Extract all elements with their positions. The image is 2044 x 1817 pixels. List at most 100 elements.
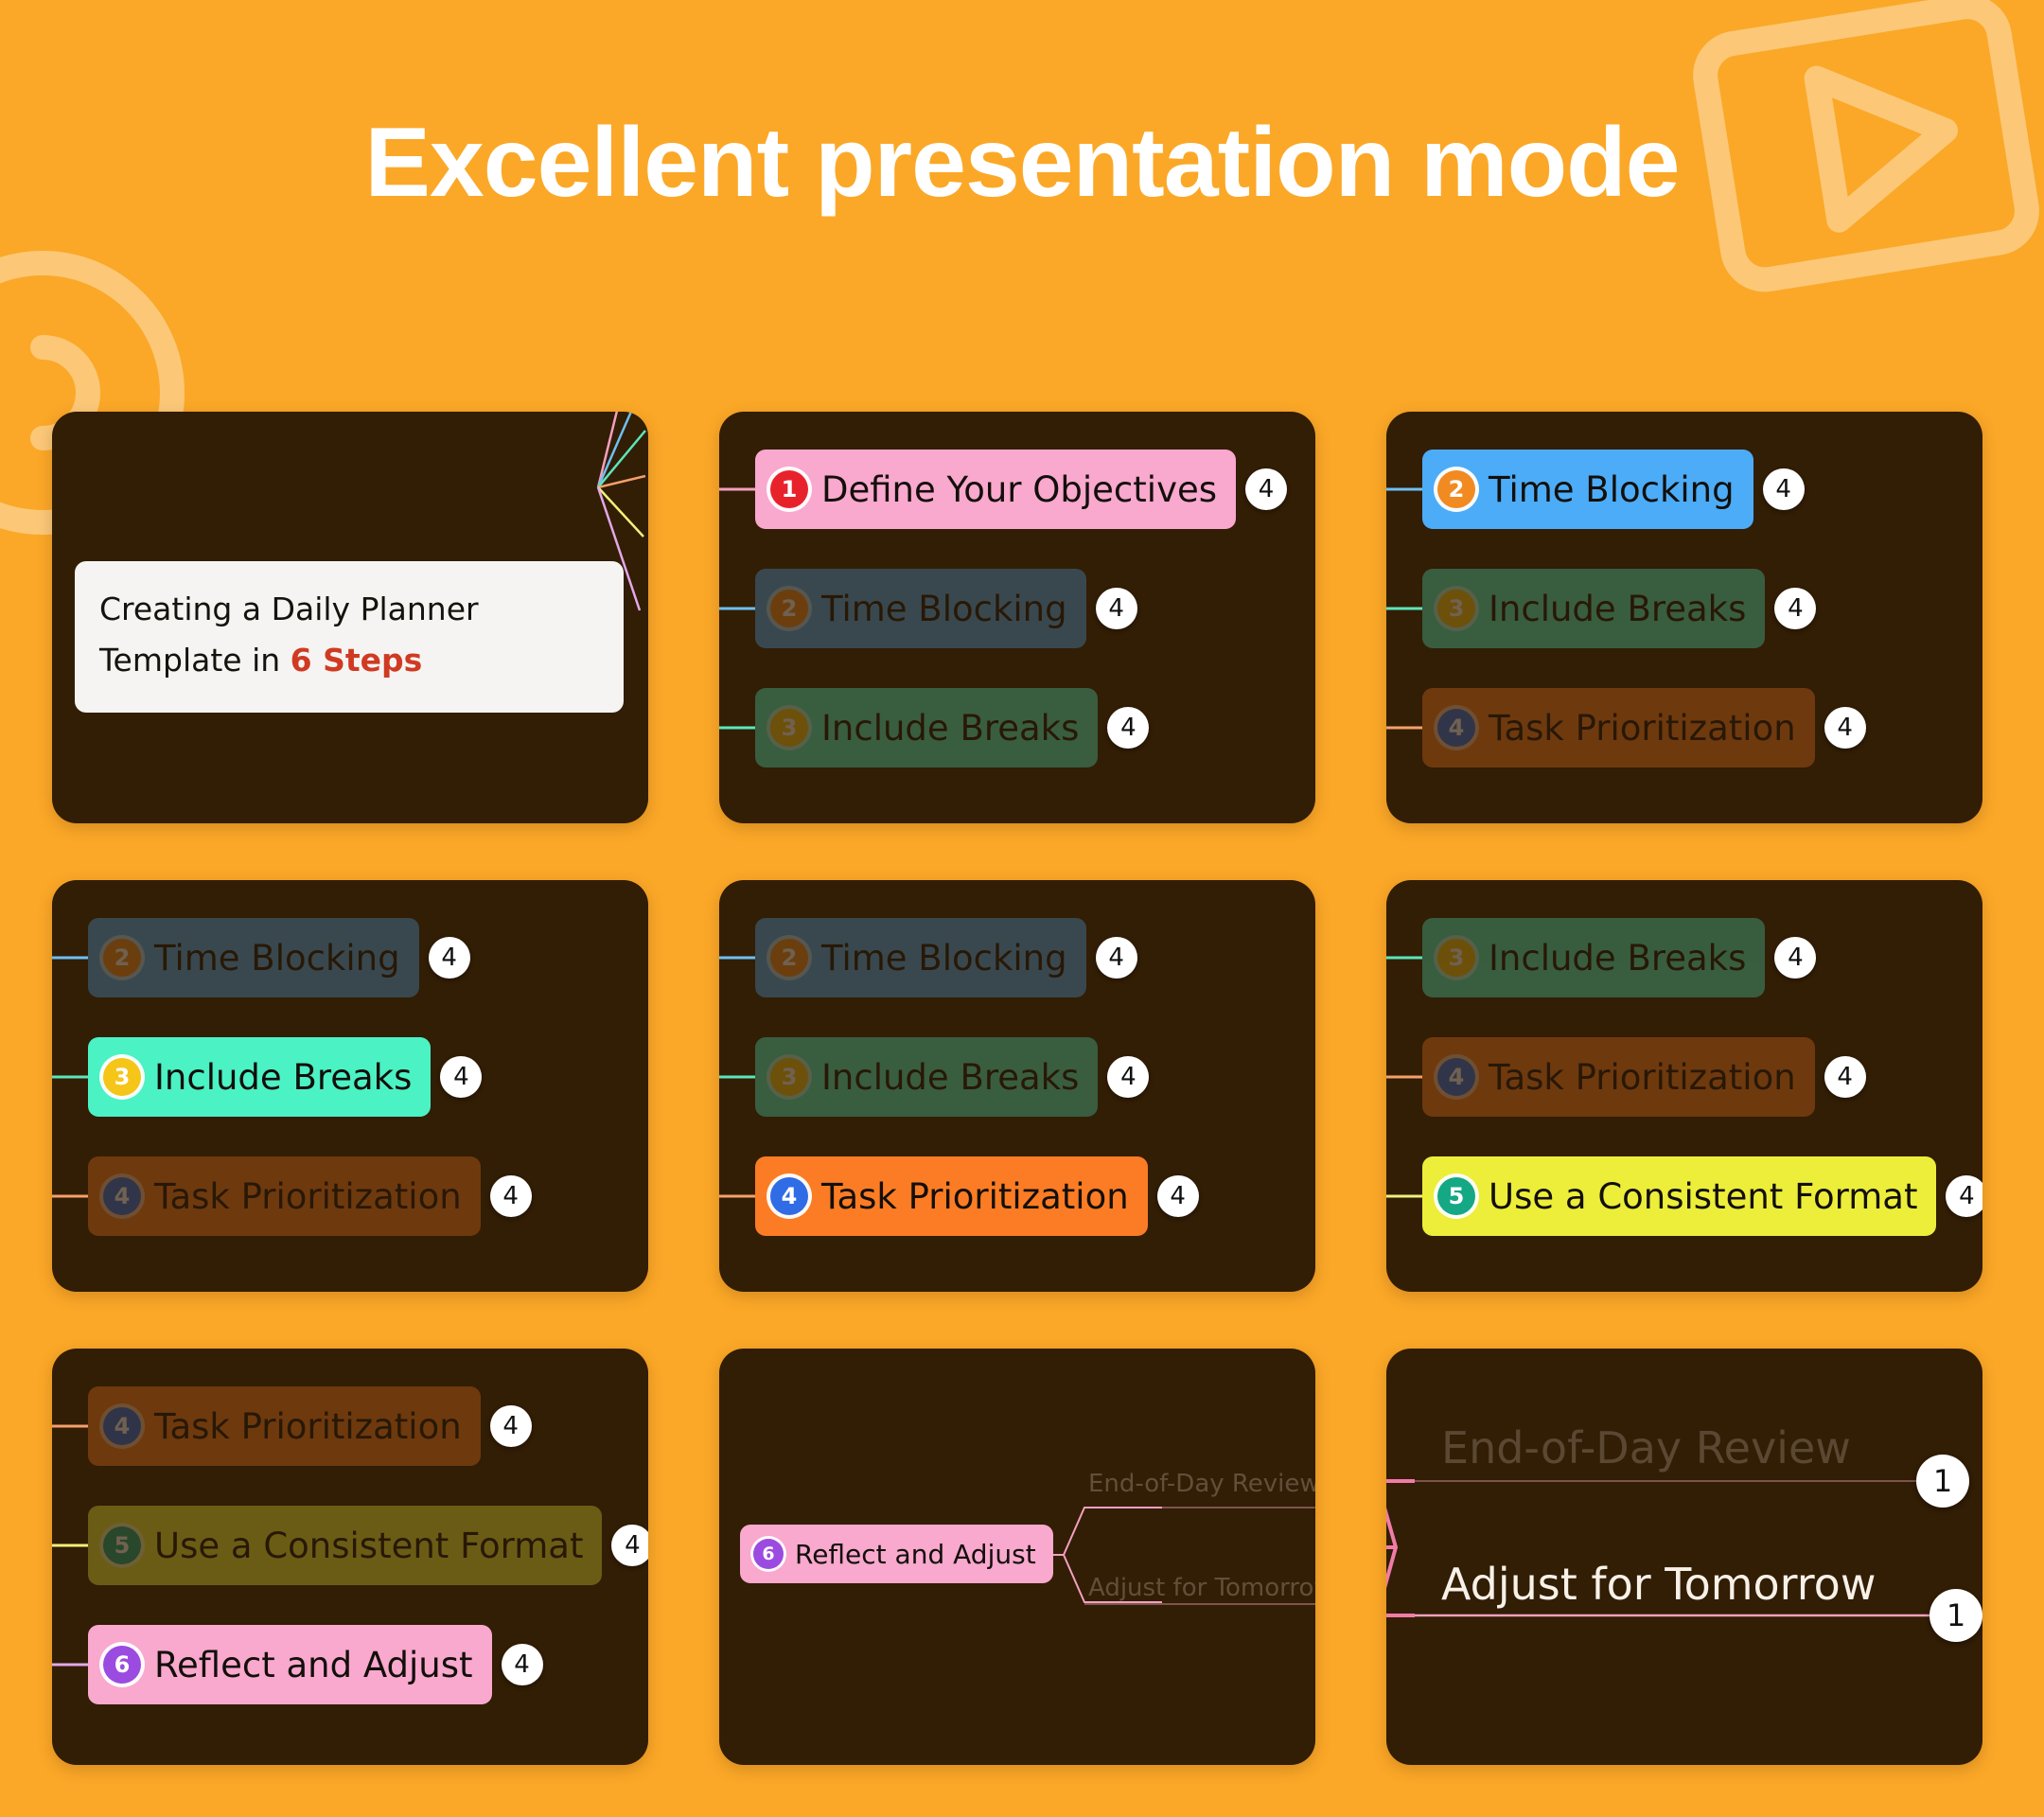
slide-card-8[interactable]: 6 Reflect and Adjust End-of-Day Review 1… xyxy=(719,1349,1315,1765)
root-title-prefix: Template in xyxy=(99,641,291,679)
slide-card-9[interactable]: End-of-Day Review 1 Adjust for Tomorrow … xyxy=(1386,1349,1982,1765)
mindmap-row[interactable]: 4 Task Prioritization 4 xyxy=(52,1386,648,1466)
root-node[interactable]: Creating a Daily Planner Template in 6 S… xyxy=(75,561,624,713)
child-count-badge[interactable]: 4 xyxy=(440,1056,483,1098)
mindmap-row[interactable]: 3 Include Breaks 4 xyxy=(719,688,1315,767)
sub-node-label: Adjust for Tomorrow xyxy=(1088,1574,1315,1602)
mindmap-node[interactable]: 5 Use a Consistent Format xyxy=(88,1506,603,1585)
node-label: Time Blocking xyxy=(821,588,1067,629)
child-count-badge[interactable]: 4 xyxy=(1095,937,1137,979)
mindmap-node[interactable]: 4 Task Prioritization xyxy=(88,1156,481,1236)
mindmap-row[interactable]: 4 Task Prioritization 4 xyxy=(1386,1037,1982,1117)
mindmap-node[interactable]: 6 Reflect and Adjust xyxy=(88,1625,492,1704)
mindmap-row[interactable]: 5 Use a Consistent Format 4 xyxy=(1386,1156,1982,1236)
mindmap-row[interactable]: 3 Include Breaks 4 xyxy=(1386,569,1982,648)
connector-line xyxy=(52,1544,88,1547)
node-label: Time Blocking xyxy=(821,937,1067,979)
root-node-wrap: Creating a Daily Planner Template in 6 S… xyxy=(75,561,624,713)
root-title-line-1: Creating a Daily Planner xyxy=(99,591,479,627)
mindmap-row[interactable]: 3 Include Breaks 4 xyxy=(52,1037,648,1117)
mindmap-node[interactable]: 2 Time Blocking xyxy=(755,569,1086,648)
mindmap-node[interactable]: 6 Reflect and Adjust xyxy=(740,1525,1053,1583)
connector-line xyxy=(719,607,755,610)
child-count-badge[interactable]: 4 xyxy=(1774,588,1817,629)
mindmap-row[interactable]: 3 Include Breaks 4 xyxy=(719,1037,1315,1117)
mindmap-row[interactable]: 2 Time Blocking 4 xyxy=(1386,450,1982,529)
mindmap-node[interactable]: 3 Include Breaks xyxy=(1422,918,1766,997)
slide-card-6[interactable]: 3 Include Breaks 4 4 Task Prioritization… xyxy=(1386,880,1982,1292)
mindmap-node[interactable]: 4 Task Prioritization xyxy=(1422,688,1815,767)
slide-card-7[interactable]: 4 Task Prioritization 4 5 Use a Consiste… xyxy=(52,1349,648,1765)
sub-node-label: End-of-Day Review xyxy=(1441,1422,1851,1473)
mindmap-node[interactable]: 3 Include Breaks xyxy=(755,688,1099,767)
mindmap-node[interactable]: 1 Define Your Objectives xyxy=(755,450,1237,529)
node-label: Reflect and Adjust xyxy=(795,1538,1036,1570)
mindmap-row[interactable]: 6 Reflect and Adjust 4 xyxy=(52,1625,648,1704)
mindmap-row[interactable]: 5 Use a Consistent Format 4 xyxy=(52,1506,648,1585)
step-number-badge: 4 xyxy=(103,1407,141,1445)
node-rows: 4 Task Prioritization 4 5 Use a Consiste… xyxy=(52,1349,648,1765)
mindmap-row[interactable]: 2 Time Blocking 4 xyxy=(719,569,1315,648)
slide-grid: Creating a Daily Planner Template in 6 S… xyxy=(52,412,1992,1765)
child-count-badge[interactable]: 4 xyxy=(611,1525,648,1566)
mindmap-node[interactable]: 2 Time Blocking xyxy=(88,918,419,997)
mindmap-node[interactable]: 3 Include Breaks xyxy=(88,1037,432,1117)
child-count-badge[interactable]: 4 xyxy=(1156,1175,1199,1217)
slide-card-1[interactable]: Creating a Daily Planner Template in 6 S… xyxy=(52,412,648,823)
child-count-badge[interactable]: 4 xyxy=(1774,937,1817,979)
mindmap-node[interactable]: 3 Include Breaks xyxy=(1422,569,1766,648)
step-number-badge: 5 xyxy=(103,1526,141,1564)
node-label: Reflect and Adjust xyxy=(154,1644,473,1685)
child-count-badge[interactable]: 4 xyxy=(489,1405,532,1447)
mindmap-node[interactable]: 5 Use a Consistent Format xyxy=(1422,1156,1937,1236)
child-count-badge[interactable]: 4 xyxy=(1107,1056,1150,1098)
slide-card-2[interactable]: 1 Define Your Objectives 4 2 Time Blocki… xyxy=(719,412,1315,823)
mindmap-node[interactable]: 4 Task Prioritization xyxy=(755,1156,1148,1236)
sub-node-label: End-of-Day Review xyxy=(1088,1470,1315,1498)
step-number-badge: 3 xyxy=(1437,939,1475,977)
child-count-badge[interactable]: 1 xyxy=(1916,1455,1969,1508)
child-count-badge[interactable]: 4 xyxy=(1824,707,1866,749)
node-label: Include Breaks xyxy=(1489,588,1747,629)
page-title: Excellent presentation mode xyxy=(364,108,1681,218)
step-number-badge: 2 xyxy=(103,939,141,977)
step-number-badge: 3 xyxy=(1437,590,1475,627)
step-number-badge: 2 xyxy=(770,590,808,627)
mindmap-row[interactable]: 4 Task Prioritization 4 xyxy=(1386,688,1982,767)
mindmap-row[interactable]: 4 Task Prioritization 4 xyxy=(52,1156,648,1236)
child-count-badge[interactable]: 4 xyxy=(428,937,470,979)
mindmap-node[interactable]: 3 Include Breaks xyxy=(755,1037,1099,1117)
child-count-badge[interactable]: 1 xyxy=(1929,1589,1982,1642)
child-count-badge[interactable]: 4 xyxy=(489,1175,532,1217)
step-number-badge: 1 xyxy=(770,470,808,508)
slide-card-5[interactable]: 2 Time Blocking 4 3 Include Breaks 4 4 T… xyxy=(719,880,1315,1292)
connector-line xyxy=(52,1194,88,1198)
connector-line xyxy=(52,956,88,960)
mindmap-node[interactable]: 2 Time Blocking xyxy=(755,918,1086,997)
mindmap-node[interactable]: 2 Time Blocking xyxy=(1422,450,1753,529)
child-count-badge[interactable]: 4 xyxy=(1824,1056,1866,1098)
mindmap-node[interactable]: 4 Task Prioritization xyxy=(1422,1037,1815,1117)
mindmap-row[interactable]: 1 Define Your Objectives 4 xyxy=(719,450,1315,529)
child-count-badge[interactable]: 4 xyxy=(1107,707,1150,749)
step-number-badge: 3 xyxy=(103,1058,141,1096)
child-count-badge[interactable]: 4 xyxy=(501,1644,543,1685)
mindmap-row[interactable]: 2 Time Blocking 4 xyxy=(52,918,648,997)
connector-line xyxy=(52,1424,88,1428)
child-count-badge[interactable]: 4 xyxy=(1245,468,1288,510)
node-label: Task Prioritization xyxy=(154,1175,462,1217)
slide-card-4[interactable]: 2 Time Blocking 4 3 Include Breaks 4 4 T… xyxy=(52,880,648,1292)
node-label: Define Your Objectives xyxy=(821,468,1218,510)
root-title-accent: 6 Steps xyxy=(290,641,423,679)
node-label: Include Breaks xyxy=(821,707,1080,749)
mindmap-row[interactable]: 2 Time Blocking 4 xyxy=(719,918,1315,997)
child-count-badge[interactable]: 4 xyxy=(1095,588,1137,629)
mindmap-row[interactable]: 3 Include Breaks 4 xyxy=(1386,918,1982,997)
child-count-badge[interactable]: 4 xyxy=(1762,468,1805,510)
connector-line xyxy=(1386,1194,1422,1198)
slide-card-3[interactable]: 2 Time Blocking 4 3 Include Breaks 4 4 T… xyxy=(1386,412,1982,823)
child-count-badge[interactable]: 4 xyxy=(1946,1175,1982,1217)
mindmap-node[interactable]: 4 Task Prioritization xyxy=(88,1386,481,1466)
connector-line xyxy=(719,1075,755,1079)
mindmap-row[interactable]: 4 Task Prioritization 4 xyxy=(719,1156,1315,1236)
